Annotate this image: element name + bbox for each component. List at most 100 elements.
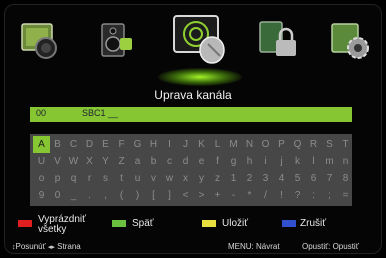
keyboard-key[interactable]: Z: [113, 153, 130, 170]
keyboard-key[interactable]: p: [49, 170, 66, 187]
keyboard-key[interactable]: 8: [337, 170, 354, 187]
keyboard-key[interactable]: d: [177, 153, 194, 170]
keyboard-key[interactable]: *: [241, 187, 258, 204]
page-title: Uprava kanála: [154, 88, 232, 102]
keyboard-key[interactable]: I: [161, 136, 178, 153]
sound-icon[interactable]: [94, 18, 138, 62]
keyboard-key[interactable]: ): [129, 187, 146, 204]
channel-name-input[interactable]: SBC1 __: [82, 108, 118, 118]
keyboard-key[interactable]: k: [289, 153, 306, 170]
keyboard-key[interactable]: +: [209, 187, 226, 204]
keyboard-key[interactable]: Y: [97, 153, 114, 170]
keyboard-key[interactable]: 2: [241, 170, 258, 187]
keyboard-key[interactable]: -: [225, 187, 242, 204]
keyboard-key[interactable]: C: [65, 136, 82, 153]
keyboard-key[interactable]: j: [273, 153, 290, 170]
save-button[interactable]: Uložiť: [222, 218, 248, 229]
keyboard-key[interactable]: 5: [289, 170, 306, 187]
keyboard-key[interactable]: h: [241, 153, 258, 170]
keyboard-key[interactable]: ]: [161, 187, 178, 204]
keyboard-key[interactable]: 9: [33, 187, 50, 204]
keyboard-key[interactable]: r: [81, 170, 98, 187]
main-menu-icon-bar: [18, 10, 372, 86]
keyboard-key[interactable]: K: [193, 136, 210, 153]
lock-icon[interactable]: [254, 18, 298, 62]
color-key-legend: Vyprázdniť všetky Späť Uložiť Zrušiť: [0, 214, 386, 238]
keyboard-key[interactable]: E: [97, 136, 114, 153]
keyboard-key[interactable]: q: [65, 170, 82, 187]
keyboard-key[interactable]: l: [305, 153, 322, 170]
keyboard-key[interactable]: g: [225, 153, 242, 170]
keyboard-key[interactable]: _: [65, 187, 82, 204]
keyboard-key[interactable]: P: [273, 136, 290, 153]
keyboard-key[interactable]: >: [193, 187, 210, 204]
channel-name-field[interactable]: 00 SBC1 __: [30, 107, 352, 122]
keyboard-key[interactable]: m: [321, 153, 338, 170]
keyboard-key[interactable]: 3: [257, 170, 274, 187]
keyboard-key[interactable]: [: [145, 187, 162, 204]
keyboard-key[interactable]: x: [177, 170, 194, 187]
keyboard-key[interactable]: (: [113, 187, 130, 204]
keyboard-key[interactable]: 7: [321, 170, 338, 187]
keyboard-key[interactable]: H: [145, 136, 162, 153]
keyboard-key[interactable]: b: [145, 153, 162, 170]
keyboard-key[interactable]: M: [225, 136, 242, 153]
setup-icon[interactable]: [328, 18, 372, 62]
keyboard-key[interactable]: y: [193, 170, 210, 187]
on-screen-keyboard: ABCDEFGHIJKLMNOPQRST UVWXYZabcdefghijklmn…: [30, 134, 352, 206]
keyboard-key[interactable]: z: [209, 170, 226, 187]
keyboard-key[interactable]: a: [129, 153, 146, 170]
keyboard-key[interactable]: W: [65, 153, 82, 170]
cancel-button[interactable]: Zrušiť: [300, 218, 326, 229]
channel-number: 00: [36, 108, 47, 118]
keyboard-key[interactable]: J: [177, 136, 194, 153]
keyboard-key[interactable]: 1: [225, 170, 242, 187]
keyboard-key[interactable]: /: [257, 187, 274, 204]
keyboard-key[interactable]: w: [161, 170, 178, 187]
keyboard-key[interactable]: V: [49, 153, 66, 170]
menu-return-hint: MENU: Návrat: [228, 242, 280, 251]
keyboard-key[interactable]: <: [177, 187, 194, 204]
keyboard-key[interactable]: u: [129, 170, 146, 187]
keyboard-key[interactable]: =: [337, 187, 354, 204]
keyboard-key[interactable]: N: [241, 136, 258, 153]
channel-icon[interactable]: [170, 10, 230, 70]
keyboard-key[interactable]: D: [81, 136, 98, 153]
keyboard-key[interactable]: A: [33, 136, 50, 153]
keyboard-key[interactable]: o: [33, 170, 50, 187]
keyboard-key[interactable]: n: [337, 153, 354, 170]
keyboard-key[interactable]: :: [305, 187, 322, 204]
keyboard-key[interactable]: O: [257, 136, 274, 153]
picture-icon[interactable]: [18, 18, 62, 62]
keyboard-key[interactable]: i: [257, 153, 274, 170]
keyboard-key[interactable]: .: [81, 187, 98, 204]
keyboard-key[interactable]: ?: [289, 187, 306, 204]
blue-key-swatch: [282, 220, 296, 227]
keyboard-key[interactable]: c: [161, 153, 178, 170]
keyboard-key[interactable]: U: [33, 153, 50, 170]
keyboard-key[interactable]: X: [81, 153, 98, 170]
clear-all-button[interactable]: Vyprázdniť všetky: [38, 215, 98, 235]
move-page-hint: ↕Posunúť ◂▸ Strana: [12, 242, 81, 251]
keyboard-key[interactable]: 4: [273, 170, 290, 187]
keyboard-key[interactable]: t: [113, 170, 130, 187]
keyboard-key[interactable]: !: [273, 187, 290, 204]
keyboard-key[interactable]: v: [145, 170, 162, 187]
keyboard-key[interactable]: ;: [321, 187, 338, 204]
keyboard-key[interactable]: s: [97, 170, 114, 187]
keyboard-key[interactable]: R: [305, 136, 322, 153]
keyboard-key[interactable]: S: [321, 136, 338, 153]
keyboard-key[interactable]: T: [337, 136, 354, 153]
back-button[interactable]: Späť: [132, 218, 154, 229]
keyboard-key[interactable]: f: [209, 153, 226, 170]
keyboard-key[interactable]: B: [49, 136, 66, 153]
keyboard-key[interactable]: F: [113, 136, 130, 153]
keyboard-key[interactable]: Q: [289, 136, 306, 153]
exit-hint: Opustiť: Opustiť: [302, 242, 359, 251]
keyboard-key[interactable]: ,: [97, 187, 114, 204]
keyboard-key[interactable]: 6: [305, 170, 322, 187]
keyboard-key[interactable]: e: [193, 153, 210, 170]
keyboard-key[interactable]: G: [129, 136, 146, 153]
keyboard-key[interactable]: 0: [49, 187, 66, 204]
keyboard-key[interactable]: L: [209, 136, 226, 153]
